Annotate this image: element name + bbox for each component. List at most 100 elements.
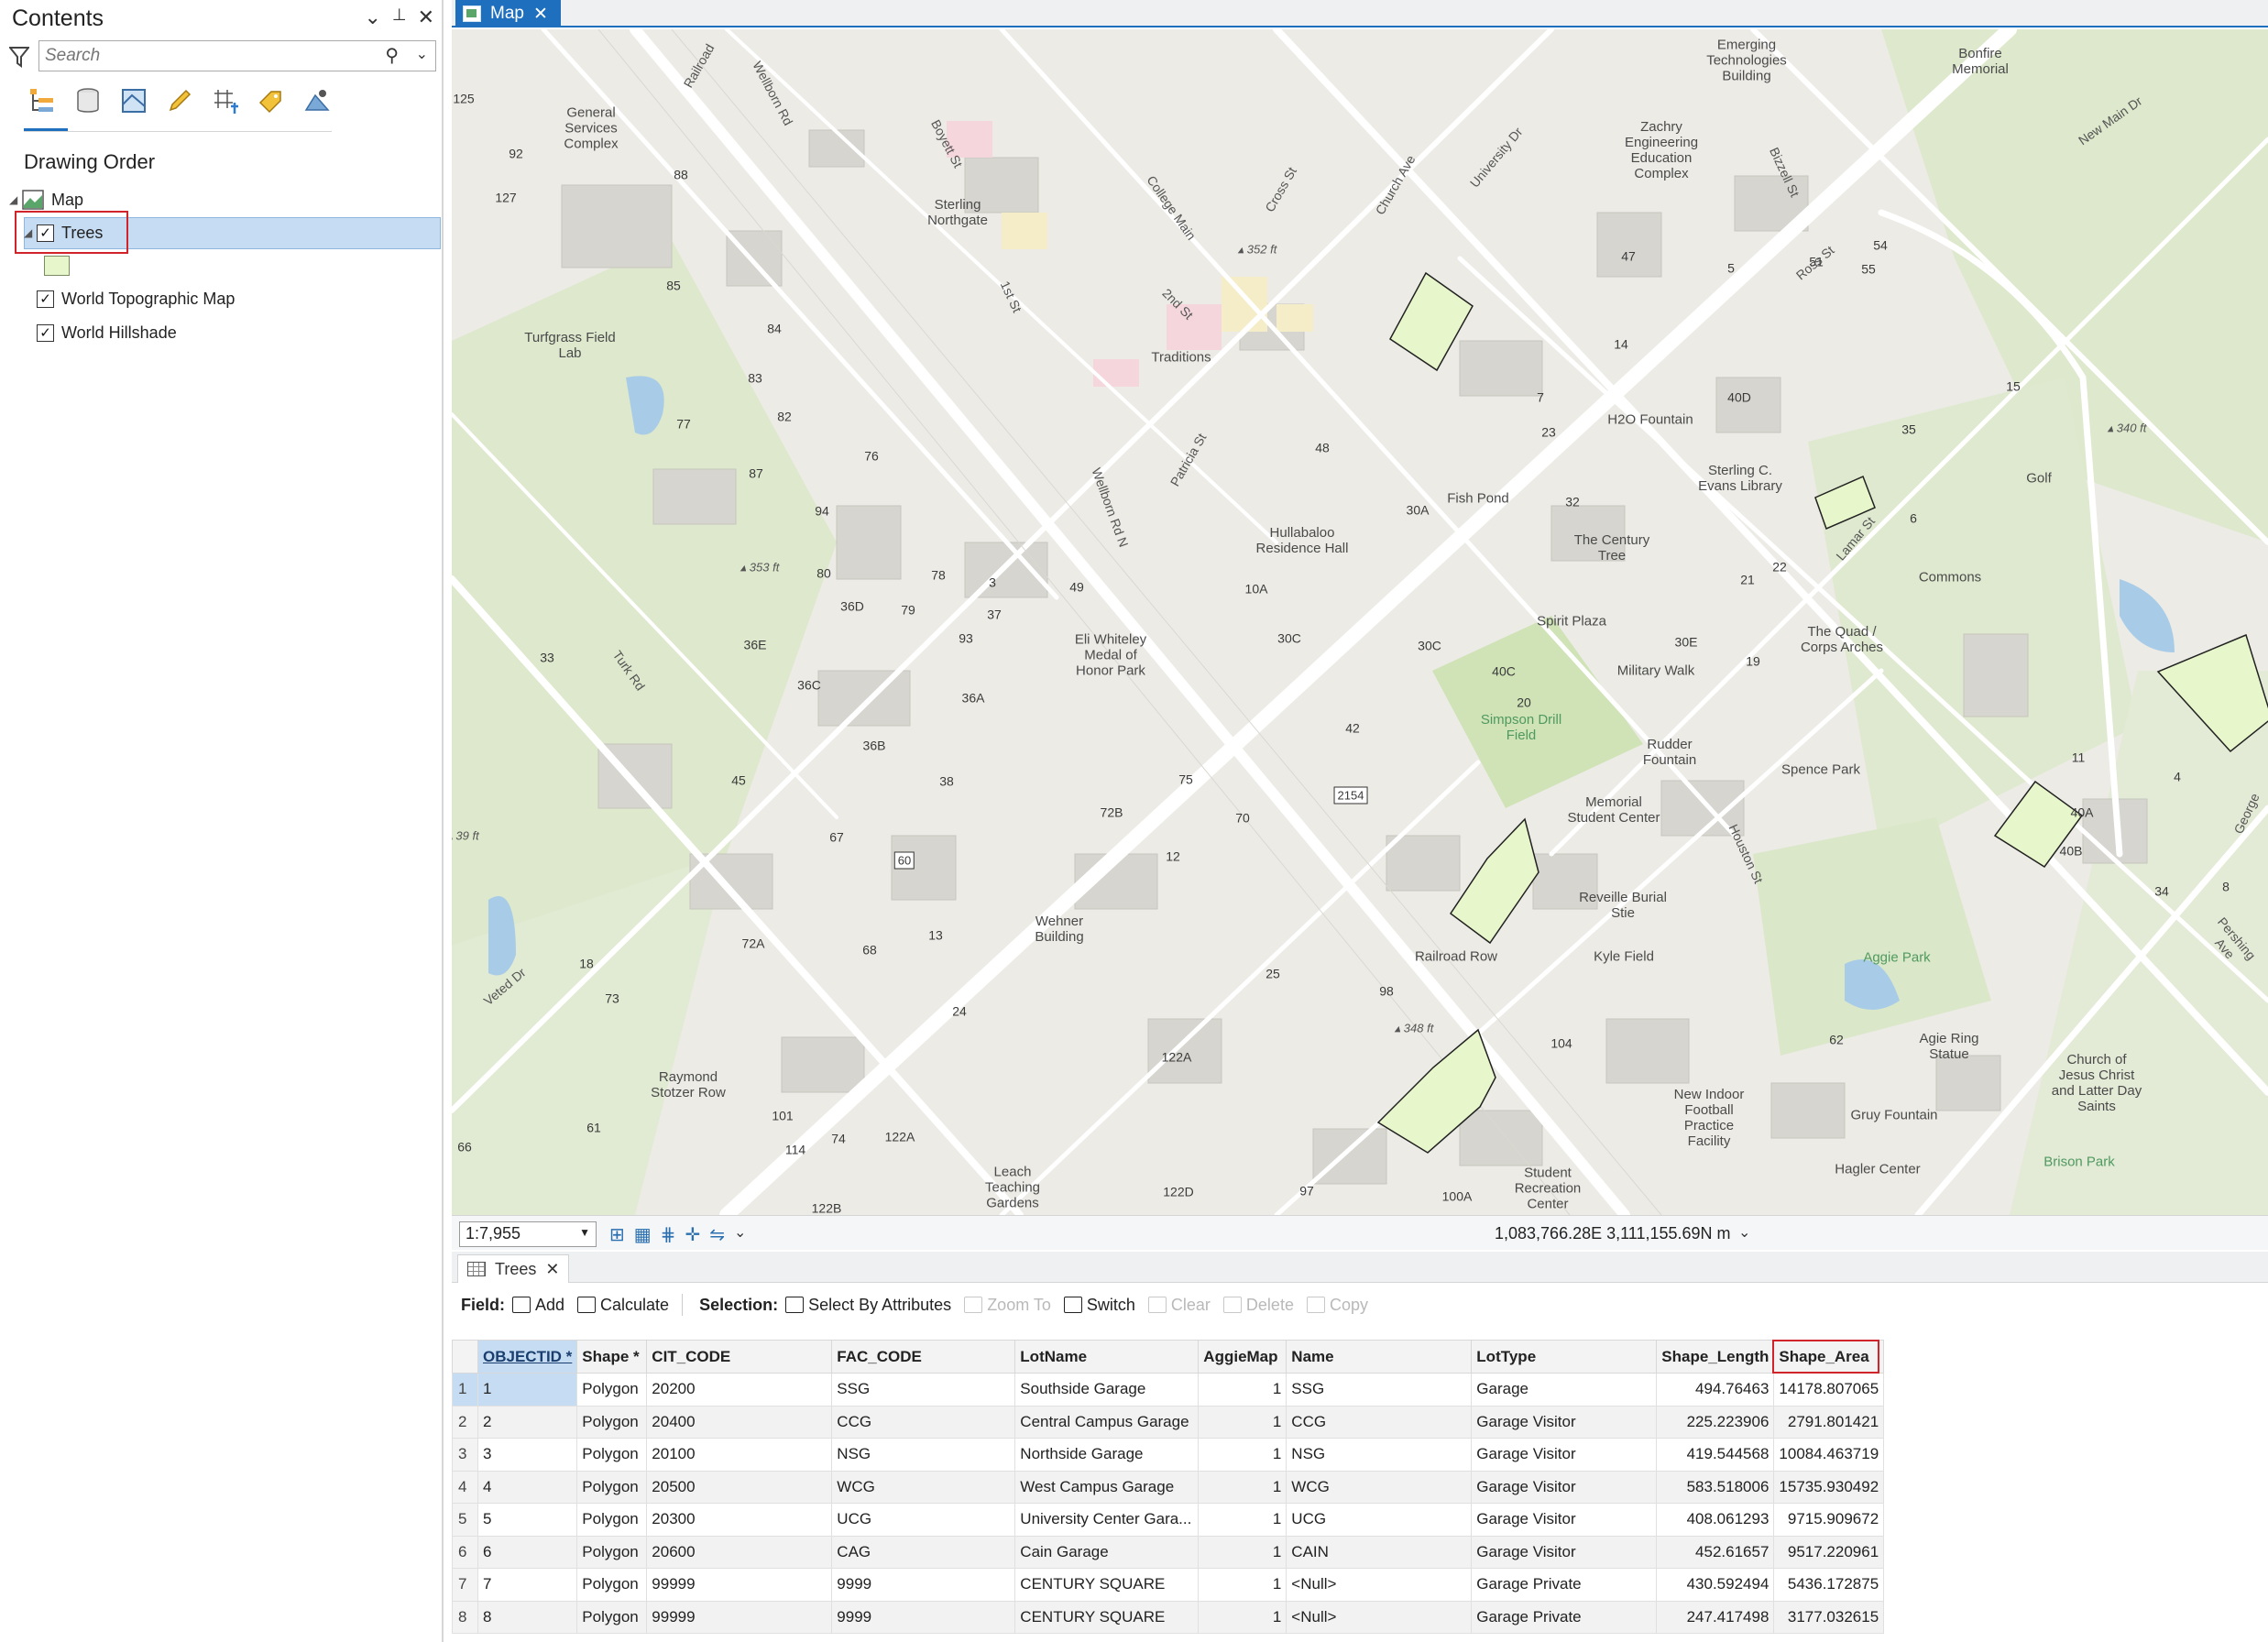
- table-cell[interactable]: 1: [1198, 1535, 1287, 1569]
- table-cell[interactable]: Garage Private: [1471, 1600, 1658, 1634]
- fixed-zoom-icon[interactable]: ⊞: [609, 1223, 625, 1246]
- table-cell[interactable]: WCG: [831, 1470, 1016, 1504]
- layer-item-world-topographic-map[interactable]: ✓ World Topographic Map: [37, 283, 235, 314]
- snapping-icon[interactable]: ⋕: [661, 1223, 676, 1246]
- table-cell[interactable]: 2791.801421: [1773, 1405, 1885, 1439]
- collapse-triangle-icon[interactable]: ◢: [9, 193, 22, 206]
- table-cell[interactable]: UCG: [1286, 1503, 1473, 1537]
- table-row[interactable]: 2 2 Polygon 20400 CCG Central Campus Garage 1 C…: [452, 1405, 1885, 1439]
- table-cell[interactable]: Garage Visitor: [1471, 1535, 1658, 1569]
- list-by-source-icon[interactable]: [71, 84, 104, 117]
- clear-selection-button[interactable]: Clear: [1147, 1296, 1211, 1315]
- row-number-cell[interactable]: 7: [452, 1568, 478, 1602]
- table-row[interactable]: 6 6 Polygon 20600 CAG Cain Garage 1 CAIN Garage …: [452, 1535, 1885, 1569]
- table-cell[interactable]: 1: [1198, 1405, 1287, 1439]
- table-cell[interactable]: NSG: [831, 1438, 1016, 1472]
- table-cell[interactable]: SSG: [1286, 1373, 1473, 1407]
- select-all-corner[interactable]: [452, 1340, 478, 1374]
- table-row[interactable]: 1 1 Polygon 20200 SSG Southside Garage 1 SSG Gar…: [452, 1373, 1885, 1407]
- layer-item-world-hillshade[interactable]: ✓ World Hillshade: [37, 317, 177, 348]
- table-cell[interactable]: 583.518006: [1656, 1470, 1775, 1504]
- search-input[interactable]: [45, 44, 375, 68]
- column-header-aggiemap[interactable]: AggieMap: [1198, 1340, 1287, 1374]
- layer-visibility-checkbox[interactable]: ✓: [37, 323, 54, 342]
- table-cell[interactable]: 225.223906: [1656, 1405, 1775, 1439]
- table-cell[interactable]: CAG: [831, 1535, 1016, 1569]
- table-cell[interactable]: CENTURY SQUARE: [1014, 1600, 1200, 1634]
- table-cell[interactable]: West Campus Garage: [1014, 1470, 1200, 1504]
- column-header-shape[interactable]: Shape *: [576, 1340, 648, 1374]
- table-cell[interactable]: Polygon: [576, 1503, 648, 1537]
- column-header-lotname[interactable]: LotName: [1014, 1340, 1200, 1374]
- table-cell[interactable]: Polygon: [576, 1600, 648, 1634]
- table-cell[interactable]: Garage: [1471, 1373, 1658, 1407]
- table-cell[interactable]: 15735.930492: [1773, 1470, 1885, 1504]
- table-cell[interactable]: Cain Garage: [1014, 1535, 1200, 1569]
- calculate-field-button[interactable]: Calculate: [577, 1296, 669, 1315]
- table-cell[interactable]: 5436.172875: [1773, 1568, 1885, 1602]
- switch-selection-button[interactable]: Switch: [1063, 1296, 1135, 1315]
- row-number-cell[interactable]: 8: [452, 1600, 478, 1634]
- row-number-cell[interactable]: 2: [452, 1405, 478, 1439]
- list-by-drawing-order-icon[interactable]: [26, 84, 59, 117]
- contents-search[interactable]: ⚲ ⌄: [38, 40, 436, 71]
- chevron-down-icon[interactable]: ⌄: [364, 5, 380, 29]
- table-cell[interactable]: 3177.032615: [1773, 1600, 1885, 1634]
- table-cell[interactable]: 3: [477, 1438, 578, 1472]
- table-cell[interactable]: University Center Gara...: [1014, 1503, 1200, 1537]
- tab-trees-table[interactable]: Trees ✕: [457, 1254, 570, 1283]
- table-cell[interactable]: CAIN: [1286, 1535, 1473, 1569]
- table-cell[interactable]: 2: [477, 1405, 578, 1439]
- list-by-labeling-icon[interactable]: [255, 84, 288, 117]
- table-cell[interactable]: 8: [477, 1600, 578, 1634]
- table-cell[interactable]: 20500: [646, 1470, 833, 1504]
- chevron-down-icon[interactable]: ⌄: [416, 45, 428, 63]
- table-cell[interactable]: 1: [1198, 1373, 1287, 1407]
- table-cell[interactable]: Polygon: [576, 1438, 648, 1472]
- table-cell[interactable]: 1: [1198, 1503, 1287, 1537]
- table-cell[interactable]: <Null>: [1286, 1600, 1473, 1634]
- column-header-fac-code[interactable]: FAC_CODE: [831, 1340, 1016, 1374]
- table-cell[interactable]: 9999: [831, 1568, 1016, 1602]
- table-cell[interactable]: 20300: [646, 1503, 833, 1537]
- close-icon[interactable]: ✕: [418, 5, 434, 29]
- table-cell[interactable]: 99999: [646, 1568, 833, 1602]
- table-row[interactable]: 3 3 Polygon 20100 NSG Northside Garage 1 NSG Gar…: [452, 1438, 1885, 1472]
- table-row[interactable]: 5 5 Polygon 20300 UCG University Center Gara.…: [452, 1503, 1885, 1537]
- table-cell[interactable]: Garage Visitor: [1471, 1405, 1658, 1439]
- table-cell[interactable]: 494.76463: [1656, 1373, 1775, 1407]
- table-row[interactable]: 7 7 Polygon 99999 9999 CENTURY SQUARE 1 <Null> G…: [452, 1568, 1885, 1602]
- row-number-cell[interactable]: 3: [452, 1438, 478, 1472]
- close-icon[interactable]: ✕: [545, 1260, 559, 1279]
- column-header-shape-length[interactable]: Shape_Length: [1656, 1340, 1775, 1374]
- table-cell[interactable]: CENTURY SQUARE: [1014, 1568, 1200, 1602]
- table-cell[interactable]: Garage Visitor: [1471, 1470, 1658, 1504]
- list-by-selection-icon[interactable]: [117, 84, 150, 117]
- table-cell[interactable]: UCG: [831, 1503, 1016, 1537]
- delete-button[interactable]: Delete: [1222, 1296, 1294, 1315]
- table-cell[interactable]: Polygon: [576, 1405, 648, 1439]
- table-cell[interactable]: 1: [1198, 1600, 1287, 1634]
- table-cell[interactable]: 4: [477, 1470, 578, 1504]
- table-cell[interactable]: 20200: [646, 1373, 833, 1407]
- table-cell[interactable]: 1: [1198, 1438, 1287, 1472]
- table-cell[interactable]: Southside Garage: [1014, 1373, 1200, 1407]
- table-cell[interactable]: Garage Visitor: [1471, 1438, 1658, 1472]
- table-cell[interactable]: 1: [1198, 1470, 1287, 1504]
- row-number-cell[interactable]: 5: [452, 1503, 478, 1537]
- map-canvas[interactable]: Railroad Wellborn Rd General Services Comp…: [452, 29, 2268, 1215]
- table-cell[interactable]: 9715.909672: [1773, 1503, 1885, 1537]
- table-row[interactable]: 8 8 Polygon 99999 9999 CENTURY SQUARE 1 <Null> G…: [452, 1600, 1885, 1634]
- search-icon[interactable]: ⚲: [385, 44, 399, 67]
- table-cell[interactable]: Polygon: [576, 1535, 648, 1569]
- list-by-snapping-icon[interactable]: [209, 84, 242, 117]
- tab-map[interactable]: Map ✕: [455, 0, 561, 27]
- table-cell[interactable]: 99999: [646, 1600, 833, 1634]
- row-number-cell[interactable]: 4: [452, 1470, 478, 1504]
- table-cell[interactable]: Garage Private: [1471, 1568, 1658, 1602]
- table-cell[interactable]: 20600: [646, 1535, 833, 1569]
- chevron-down-icon[interactable]: ⌄: [1738, 1223, 1750, 1242]
- table-cell[interactable]: 20400: [646, 1405, 833, 1439]
- table-cell[interactable]: Polygon: [576, 1568, 648, 1602]
- table-cell[interactable]: <Null>: [1286, 1568, 1473, 1602]
